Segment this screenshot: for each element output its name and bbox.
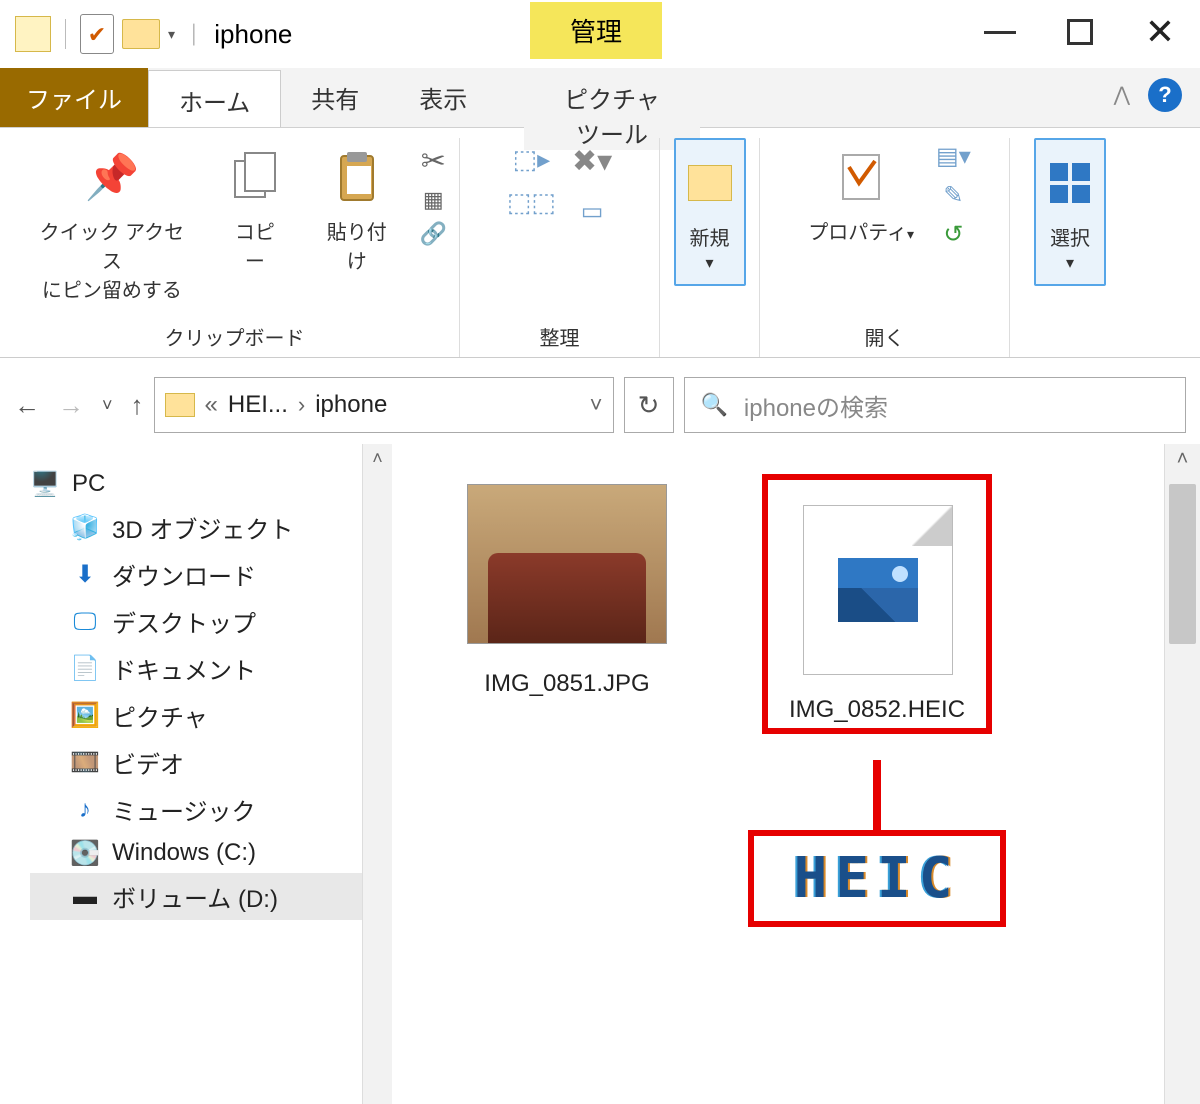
nav-desktop[interactable]: 🖵 デスクトップ (70, 598, 392, 645)
nav-drive-d[interactable]: ▬ ボリューム (D:) (30, 873, 392, 920)
paste-shortcut-icon[interactable]: 🔗 (420, 221, 447, 247)
folder-small-icon (122, 19, 160, 49)
tab-share[interactable]: 共有 (281, 68, 389, 127)
select-all-icon (1050, 150, 1090, 216)
chevron-right-icon[interactable]: › (298, 392, 305, 418)
heic-generic-icon (803, 505, 953, 675)
move-to-icon[interactable]: ⬚▸ (513, 144, 551, 175)
new-button[interactable]: 新規▾ (674, 138, 746, 286)
rename-icon[interactable]: ▭ (581, 197, 604, 226)
address-dropdown-icon[interactable]: ˅ (590, 392, 603, 418)
copy-button[interactable]: コピー (216, 138, 294, 280)
forward-button[interactable]: → (58, 390, 84, 421)
close-button[interactable]: ✕ (1120, 2, 1200, 62)
group-open-label: 開く (760, 322, 1009, 351)
heic-annotation-label: HEIC (748, 830, 1006, 927)
pc-icon: 🖥️ (30, 471, 60, 497)
search-placeholder: iphoneの検索 (744, 388, 888, 423)
address-bar-row: ← → ˅ ↑ « HEI... › iphone ˅ ↻ 🔍 iphoneの検… (0, 366, 1200, 444)
properties-icon (839, 144, 883, 210)
ribbon-tabs: ファイル ホーム 共有 表示 ピクチャ ツール ⋀ ? (0, 68, 1200, 128)
annotation-connector (873, 760, 881, 830)
back-button[interactable]: ← (14, 390, 40, 421)
copy-icon (231, 144, 279, 210)
qat-dropdown-icon[interactable]: ▾ (168, 26, 175, 43)
document-icon: 📄 (70, 656, 100, 682)
file-item-jpg[interactable]: IMG_0851.JPG (452, 474, 682, 734)
nav-downloads[interactable]: ⬇ ダウンロード (70, 551, 392, 598)
copy-to-icon[interactable]: ⬚⬚ (507, 187, 556, 218)
properties-quick-icon[interactable]: ✔ (80, 14, 114, 54)
tab-file[interactable]: ファイル (0, 68, 148, 127)
folder-icon (15, 16, 51, 52)
ribbon: 📌 クイック アクセス にピン留めする コピー 貼り付け ✂ ▦ 🔗 (0, 128, 1200, 358)
group-organize-label: 整理 (460, 322, 659, 351)
pictures-icon: 🖼️ (70, 703, 100, 729)
properties-button[interactable]: プロパティ▾ (798, 138, 924, 251)
picture-icon (838, 558, 918, 622)
ribbon-collapse-icon[interactable]: ⋀ (1114, 82, 1130, 107)
edit-icon[interactable]: ✎ (943, 181, 963, 210)
delete-icon[interactable]: ✖▾ (572, 144, 612, 179)
navigation-pane: 🖥️ PC 🧊 3D オブジェクト ⬇ ダウンロード 🖵 デスクトップ 📄 ドキ… (0, 444, 392, 1104)
address-bar[interactable]: « HEI... › iphone ˅ (154, 377, 614, 433)
history-icon[interactable]: ↺ (943, 220, 963, 249)
cube-icon: 🧊 (70, 515, 100, 541)
paste-icon (335, 144, 379, 210)
video-icon: 🎞️ (70, 750, 100, 776)
recent-locations-button[interactable]: ˅ (102, 395, 113, 416)
new-folder-icon (688, 150, 732, 216)
file-name-heic: IMG_0852.HEIC (778, 696, 976, 724)
nav-3d-objects[interactable]: 🧊 3D オブジェクト (70, 504, 392, 551)
download-icon: ⬇ (70, 562, 100, 588)
file-name-jpg: IMG_0851.JPG (452, 670, 682, 698)
cut-icon[interactable]: ✂ (421, 144, 446, 179)
nav-videos[interactable]: 🎞️ ビデオ (70, 739, 392, 786)
drive-icon: ▬ (70, 884, 100, 910)
tab-home[interactable]: ホーム (148, 70, 281, 127)
pin-icon: 📌 (84, 144, 139, 210)
refresh-button[interactable]: ↻ (624, 377, 674, 433)
maximize-button[interactable] (1040, 2, 1120, 62)
nav-scrollbar[interactable]: ˄ (362, 444, 392, 1104)
minimize-button[interactable] (960, 2, 1040, 62)
breadcrumb-1[interactable]: HEI... (228, 391, 288, 419)
search-box[interactable]: 🔍 iphoneの検索 (684, 377, 1186, 433)
jpg-thumbnail (467, 484, 667, 644)
select-button[interactable]: 選択▾ (1034, 138, 1106, 286)
desktop-icon: 🖵 (70, 609, 100, 635)
open-icon[interactable]: ▤▾ (936, 142, 971, 171)
content-scrollbar[interactable]: ˄ (1164, 444, 1200, 1104)
content-pane: IMG_0851.JPG IMG_0852.HEIC HEIC ˄ (392, 444, 1200, 1104)
drive-icon: 💽 (70, 840, 100, 866)
contextual-tab-header: 管理 (530, 2, 662, 59)
group-clipboard-label: クリップボード (10, 322, 459, 351)
nav-pictures[interactable]: 🖼️ ピクチャ (70, 692, 392, 739)
nav-music[interactable]: ♪ ミュージック (70, 786, 392, 833)
pin-quick-access-button[interactable]: 📌 クイック アクセス にピン留めする (22, 138, 202, 309)
music-icon: ♪ (70, 797, 100, 823)
title-bar: ✔ ▾ │ iphone 管理 ✕ (0, 0, 1200, 68)
nav-drive-c[interactable]: 💽 Windows (C:) (70, 833, 392, 873)
nav-documents[interactable]: 📄 ドキュメント (70, 645, 392, 692)
help-button[interactable]: ? (1148, 78, 1182, 112)
tab-view[interactable]: 表示 (389, 68, 497, 127)
folder-icon (165, 393, 195, 417)
breadcrumb-2[interactable]: iphone (315, 391, 387, 419)
file-item-heic[interactable]: IMG_0852.HEIC HEIC (762, 474, 992, 734)
up-button[interactable]: ↑ (131, 390, 144, 421)
window-title: iphone (214, 19, 292, 50)
search-icon: 🔍 (701, 392, 728, 418)
copy-path-icon[interactable]: ▦ (423, 187, 444, 213)
nav-pc[interactable]: 🖥️ PC (30, 464, 392, 504)
main-area: 🖥️ PC 🧊 3D オブジェクト ⬇ ダウンロード 🖵 デスクトップ 📄 ドキ… (0, 444, 1200, 1104)
paste-button[interactable]: 貼り付け (308, 138, 406, 280)
